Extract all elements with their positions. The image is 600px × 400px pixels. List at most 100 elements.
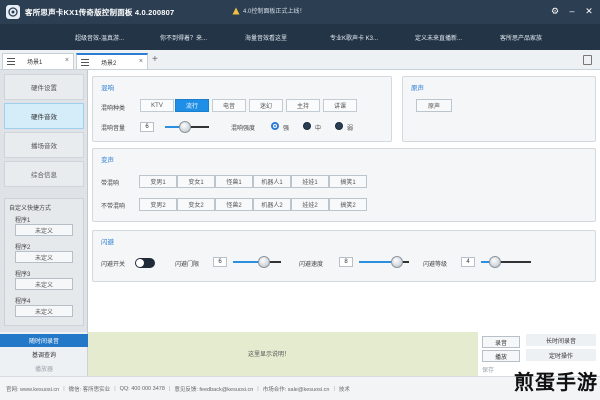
program-3-label: 程序3	[15, 272, 31, 278]
record-button[interactable]: 录音	[482, 336, 520, 348]
button-label: 变男2	[150, 203, 166, 209]
flash-speed-slider[interactable]	[359, 256, 409, 268]
player-tab[interactable]: 播放器	[0, 362, 88, 375]
add-tab-icon[interactable]: +	[152, 54, 158, 65]
flash-level-value[interactable]: 4	[461, 257, 475, 267]
flash-threshold-slider[interactable]	[233, 256, 281, 268]
original-voice-panel: 原声 原声	[402, 76, 596, 142]
slider-knob[interactable]	[258, 256, 270, 268]
key-query-tab[interactable]: 基调查询	[0, 348, 88, 361]
button-label: 变女2	[188, 203, 204, 209]
nav-item-1[interactable]: 超级音效-温真游...	[75, 33, 160, 42]
intensity-medium-label: 中	[315, 126, 322, 132]
with-reverb-doll[interactable]: 娃娃1	[291, 175, 329, 188]
flash-threshold-value[interactable]: 6	[213, 257, 227, 267]
without-reverb-female[interactable]: 变女2	[177, 198, 215, 211]
update-notice-text: 4.0控制面板正式上线！	[243, 9, 306, 15]
button-label: 定时操作	[548, 353, 573, 360]
sidebar-item-hardware-effects[interactable]: 硬件音效	[4, 103, 84, 129]
nav-item-5[interactable]: 定义未来直播新...	[415, 33, 500, 42]
slider-knob[interactable]	[391, 256, 403, 268]
sidebar-item-label: 综合信息	[31, 172, 57, 179]
program-4-button[interactable]: 未定义	[15, 305, 73, 317]
reverb-type-host[interactable]: 主持	[286, 99, 320, 112]
tab-scene-1[interactable]: 场景1 ×	[2, 53, 74, 69]
tab-label: 随时间录音	[28, 339, 59, 345]
save-icon[interactable]	[583, 55, 592, 65]
close-icon[interactable]: ✕	[582, 4, 596, 18]
seg-label: 流行	[185, 104, 198, 110]
without-reverb-label: 不带混响	[101, 204, 126, 210]
button-label: 长时间录音	[545, 338, 576, 345]
without-reverb-robot[interactable]: 机器人2	[253, 198, 291, 211]
footer-website[interactable]: 官网: www.kesuosi.cn	[6, 385, 59, 393]
save-label[interactable]: 保存	[482, 365, 494, 374]
without-reverb-funny[interactable]: 搞笑2	[329, 198, 367, 211]
reverb-type-ktv[interactable]: KTV	[140, 99, 174, 112]
flash-level-slider[interactable]	[481, 256, 531, 268]
promo-nav: 超级音效-温真游... 你不到得着？来... 海量音效看这里 专业K歌声卡 K3…	[0, 24, 600, 50]
footer-feedback[interactable]: 意见反馈: feedback@kesuosi.cn	[174, 385, 253, 393]
flash-switch-toggle[interactable]	[135, 258, 155, 268]
button-label: 怪兽2	[226, 203, 242, 209]
with-reverb-female[interactable]: 变女1	[177, 175, 215, 188]
reverb-volume-slider[interactable]	[165, 121, 209, 133]
update-notice[interactable]: 4.0控制面板正式上线！	[232, 6, 305, 15]
button-label: 未定义	[34, 282, 53, 289]
reverb-type-psychedelic[interactable]: 迷幻	[249, 99, 283, 112]
app-logo-icon	[6, 5, 20, 19]
tab-scene-2[interactable]: 场景2 ×	[76, 53, 148, 69]
with-reverb-robot[interactable]: 机器人1	[253, 175, 291, 188]
reverb-type-pop[interactable]: 流行	[175, 99, 209, 112]
timer-button[interactable]: 定时操作	[526, 349, 596, 361]
with-reverb-monster[interactable]: 怪兽1	[215, 175, 253, 188]
sidebar-item-hardware-settings[interactable]: 硬件设置	[4, 74, 84, 100]
program-2-button[interactable]: 未定义	[15, 251, 73, 263]
with-reverb-funny[interactable]: 搞笑1	[329, 175, 367, 188]
reverb-volume-value[interactable]: 6	[140, 122, 154, 132]
sidebar: 硬件设置 硬件音效 播场音效 综合信息 自定义快捷方式 程序1 未定义 程序2 …	[0, 70, 88, 332]
tab-label: 播放器	[34, 367, 53, 373]
sidebar-item-scene-effects[interactable]: 播场音效	[4, 132, 84, 158]
play-button[interactable]: 播放	[482, 350, 520, 362]
reverb-type-label: 混响种类	[101, 106, 126, 112]
close-tab-icon[interactable]: ×	[139, 58, 143, 65]
slider-knob[interactable]	[179, 121, 191, 133]
intensity-weak-radio[interactable]	[335, 122, 343, 130]
nav-item-2[interactable]: 你不到得着？来...	[160, 33, 245, 42]
description-text: 这里显示说明！	[248, 352, 291, 358]
intensity-medium-radio[interactable]	[303, 122, 311, 130]
watermark-text: 煎蛋手游	[514, 370, 598, 394]
settings-icon[interactable]: ⚙	[548, 4, 562, 18]
app-title: 客所思声卡KX1传奇版控制面板 4.0.200807	[25, 7, 175, 17]
slider-knob[interactable]	[489, 256, 501, 268]
original-voice-button[interactable]: 原声	[416, 99, 452, 112]
intensity-strong-label: 强	[283, 126, 290, 132]
without-reverb-monster[interactable]: 怪兽2	[215, 198, 253, 211]
nav-item-6[interactable]: 客所思产品家族	[500, 33, 585, 42]
voice-change-panel: 变声 带混响 变男1 变女1 怪兽1 机器人1 娃娃1 搞笑1 不带混响 变男2…	[92, 148, 596, 222]
timed-recording-tab[interactable]: 随时间录音	[0, 334, 88, 347]
program-1-button[interactable]: 未定义	[15, 224, 73, 236]
button-label: 录音	[494, 340, 507, 347]
button-label: 原声	[427, 104, 440, 110]
long-recording-button[interactable]: 长时间录音	[526, 334, 596, 346]
minimize-icon[interactable]: –	[565, 4, 579, 18]
sidebar-item-info[interactable]: 综合信息	[4, 161, 84, 187]
without-reverb-male[interactable]: 变男2	[139, 198, 177, 211]
intensity-strong-radio[interactable]	[271, 122, 279, 130]
nav-item-4[interactable]: 专业K歌声卡 K3...	[330, 33, 415, 42]
original-voice-title: 原声	[411, 85, 424, 92]
footer-market[interactable]: 市场合作: sale@kesuosi.cn	[263, 385, 330, 393]
description-area: 这里显示说明！	[88, 332, 478, 376]
reverb-type-electronic[interactable]: 电音	[212, 99, 246, 112]
close-tab-icon[interactable]: ×	[65, 57, 69, 64]
with-reverb-male[interactable]: 变男1	[139, 175, 177, 188]
nav-item-3[interactable]: 海量音效看这里	[245, 33, 330, 42]
program-3-button[interactable]: 未定义	[15, 278, 73, 290]
flash-speed-value[interactable]: 8	[339, 257, 353, 267]
without-reverb-doll[interactable]: 娃娃2	[291, 198, 329, 211]
with-reverb-label: 带混响	[101, 181, 120, 187]
reverb-type-lecture[interactable]: 讲课	[323, 99, 357, 112]
custom-shortcuts-title: 自定义快捷方式	[9, 206, 52, 212]
